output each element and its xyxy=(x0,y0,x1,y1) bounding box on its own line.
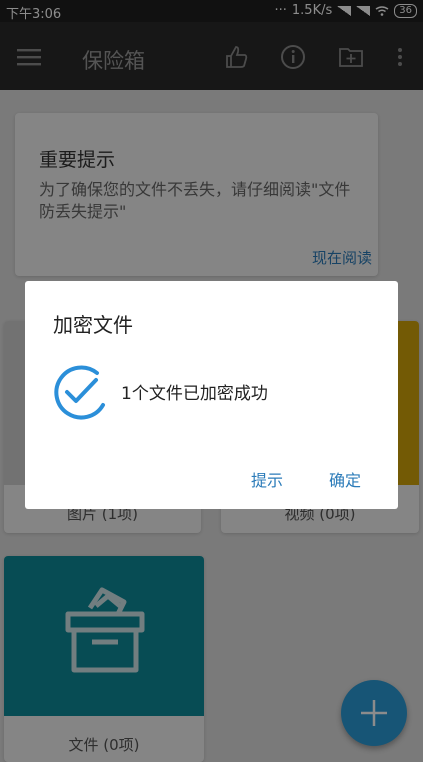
encrypt-result-dialog: 加密文件 1个文件已加密成功 提示 确定 xyxy=(25,281,398,509)
check-circle-icon xyxy=(54,365,105,420)
confirm-button[interactable]: 确定 xyxy=(329,467,361,491)
dialog-title: 加密文件 xyxy=(53,313,133,337)
hint-button[interactable]: 提示 xyxy=(251,467,283,491)
dialog-message: 1个文件已加密成功 xyxy=(121,384,268,404)
